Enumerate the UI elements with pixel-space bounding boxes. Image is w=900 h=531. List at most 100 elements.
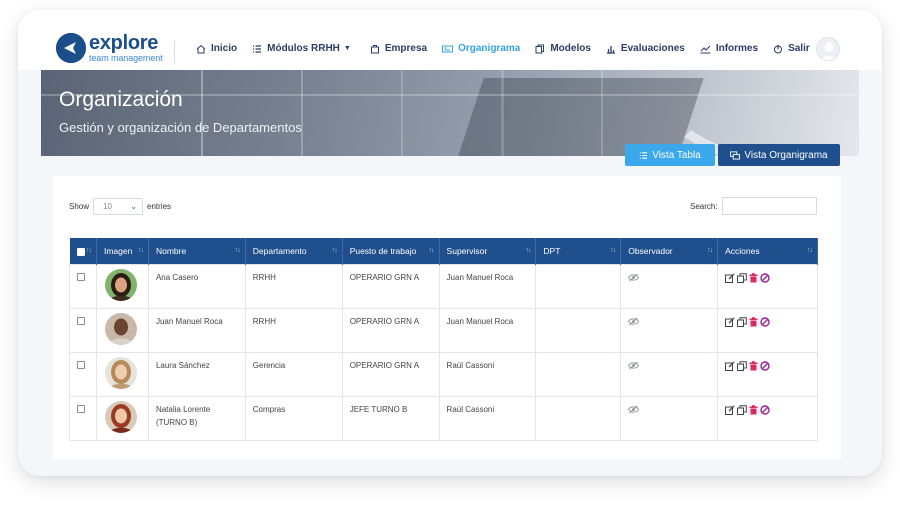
edit-icon[interactable] <box>725 317 735 327</box>
row-checkbox[interactable] <box>77 316 85 325</box>
row-checkbox[interactable] <box>77 272 85 281</box>
nav-label-informes: Informes <box>715 43 759 54</box>
nav-item-empresa[interactable]: Empresa <box>370 43 427 54</box>
sort-icon[interactable]: ↑↓ <box>138 247 144 254</box>
block-icon[interactable] <box>760 272 770 283</box>
edit-icon[interactable] <box>725 361 735 371</box>
col-label: Observador <box>628 245 673 256</box>
photo-cell <box>95 263 149 309</box>
sort-icon[interactable]: ↑↓ <box>807 247 813 254</box>
vista-tabla-button[interactable]: Vista Tabla <box>625 144 715 166</box>
table-row[interactable]: Natalia Lorente (TURNO B) Compras JEFE T… <box>69 395 818 441</box>
col-observador[interactable]: Observador ↑↓ <box>620 238 719 264</box>
brand-logo[interactable]: explore team management <box>56 33 163 63</box>
nav-item-informes[interactable]: Informes <box>700 43 758 54</box>
chevron-down-icon: ⌄ <box>130 202 138 211</box>
edit-icon[interactable] <box>725 273 735 283</box>
nav-item-evaluaciones[interactable]: Evaluaciones <box>606 43 685 54</box>
col-label: Imagen <box>103 245 133 256</box>
col-supervisor[interactable]: Supervisor ↑↓ <box>439 238 537 264</box>
delete-icon[interactable] <box>749 360 758 371</box>
photo-cell <box>95 395 149 441</box>
row-select-cell <box>69 351 97 397</box>
dpt-cell <box>535 351 622 397</box>
nombre-cell: Natalia Lorente (TURNO B) <box>147 395 246 441</box>
col-acciones[interactable]: Acciones ↑↓ <box>717 238 818 264</box>
departamento-cell: RRHH <box>244 263 343 309</box>
employees-table: ↑↓ Imagen ↑↓ Nombre ↑↓ Departamento ↑↓ Pues… <box>69 238 818 441</box>
block-icon[interactable] <box>760 404 770 415</box>
eye-slash-icon[interactable] <box>628 317 640 326</box>
sort-icon[interactable]: ↑↓ <box>610 247 616 254</box>
nav-item-modelos[interactable]: Modelos <box>535 43 591 54</box>
col-puesto[interactable]: Puesto de trabajo ↑↓ <box>342 238 440 264</box>
eye-slash-icon[interactable] <box>628 273 640 282</box>
eye-slash-icon[interactable] <box>628 405 640 414</box>
select-all-header[interactable]: ↑↓ <box>69 238 97 264</box>
nav-item-salir[interactable]: Salir <box>773 43 810 54</box>
sort-icon[interactable]: ↑↓ <box>525 247 531 254</box>
search-control: Search: <box>690 197 817 215</box>
nav-label-evaluaciones: Evaluaciones <box>620 43 685 54</box>
entries-label: entries <box>147 202 172 211</box>
vista-organigrama-button[interactable]: Vista Organigrama <box>718 144 840 166</box>
sort-icon[interactable]: ↑↓ <box>707 247 713 254</box>
table-row[interactable]: Ana Casero RRHH OPERARIO GRN A Juan Manu… <box>69 263 818 309</box>
col-imagen[interactable]: Imagen ↑↓ <box>96 238 149 264</box>
nav-label-modelos: Modelos <box>550 43 591 54</box>
app-frame: explore team management Inicio Módulos R… <box>18 10 882 476</box>
sort-icon[interactable]: ↑↓ <box>429 247 435 254</box>
col-dpt[interactable]: DPT ↑↓ <box>535 238 622 264</box>
org-card-icon <box>442 45 454 52</box>
delete-icon[interactable] <box>749 404 758 415</box>
page-subtitle: Gestión y organización de Departamentos <box>59 120 302 135</box>
logo-divider <box>174 41 175 63</box>
user-silhouette-icon <box>820 42 838 60</box>
duplicate-icon[interactable] <box>737 360 747 371</box>
supervisor-cell: Raúl Cassoni <box>438 395 537 441</box>
vista-organigrama-label: Vista Organigrama <box>744 149 828 161</box>
search-label: Search: <box>690 201 718 211</box>
duplicate-icon[interactable] <box>737 272 747 283</box>
duplicate-icon[interactable] <box>737 316 747 327</box>
main-nav: Inicio Módulos RRHH ▼ Empresa Organigram… <box>196 43 825 54</box>
acciones-cell <box>717 351 818 397</box>
table-row[interactable]: Laura Sánchez Gerencia OPERARIO GRN A Ra… <box>69 351 818 397</box>
eye-slash-icon[interactable] <box>628 361 640 370</box>
edit-icon[interactable] <box>725 405 735 415</box>
col-departamento[interactable]: Departamento ↑↓ <box>245 238 343 264</box>
duplicate-icon[interactable] <box>737 404 747 415</box>
nav-item-inicio[interactable]: Inicio <box>196 43 237 54</box>
user-avatar[interactable] <box>816 37 840 61</box>
supervisor-cell: Juan Manuel Roca <box>438 307 537 353</box>
observador-cell <box>620 395 719 441</box>
departamento-cell: Compras <box>244 395 343 441</box>
table-card: Show 10 ⌄ entries Search: ↑↓ Imagen ↑↓ No… <box>53 176 841 459</box>
sort-icon[interactable]: ↑↓ <box>332 247 338 254</box>
nav-label-salir: Salir <box>788 43 810 54</box>
nav-item-organigrama[interactable]: Organigrama <box>442 43 520 54</box>
select-all-checkbox[interactable] <box>76 247 85 256</box>
vista-tabla-label: Vista Tabla <box>652 149 701 161</box>
sort-icon[interactable]: ↑↓ <box>86 247 92 254</box>
employee-photo <box>104 268 137 301</box>
col-nombre[interactable]: Nombre ↑↓ <box>148 238 246 264</box>
table-row[interactable]: Juan Manuel Roca RRHH OPERARIO GRN A Jua… <box>69 307 818 353</box>
chevron-down-icon: ▼ <box>343 45 351 52</box>
acciones-cell <box>717 307 818 353</box>
sort-icon[interactable]: ↑↓ <box>235 247 241 254</box>
top-navbar: explore team management Inicio Módulos R… <box>18 10 882 70</box>
search-input[interactable] <box>721 197 817 215</box>
block-icon[interactable] <box>760 360 770 371</box>
nav-item-modulos-rrhh[interactable]: Módulos RRHH ▼ <box>252 43 351 54</box>
delete-icon[interactable] <box>749 316 758 327</box>
block-icon[interactable] <box>760 316 770 327</box>
home-icon <box>196 44 206 53</box>
entries-select[interactable]: 10 ⌄ <box>93 198 144 215</box>
row-checkbox[interactable] <box>77 360 85 369</box>
row-checkbox[interactable] <box>77 404 85 413</box>
col-label: Nombre <box>155 245 187 256</box>
acciones-cell <box>717 395 818 441</box>
dpt-cell <box>535 307 622 353</box>
delete-icon[interactable] <box>749 272 758 283</box>
